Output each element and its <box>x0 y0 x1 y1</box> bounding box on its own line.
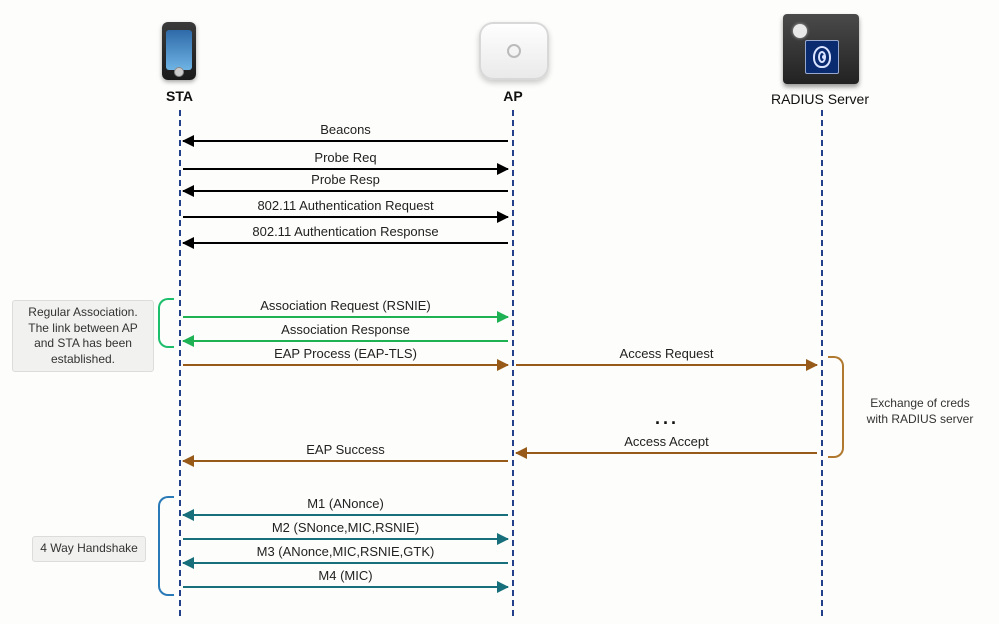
m2-arrow: M2 (SNonce,MIC,RSNIE) <box>183 538 508 540</box>
m4-arrow: M4 (MIC) <box>183 586 508 588</box>
m4-label: M4 (MIC) <box>183 568 508 583</box>
eap-process-label: EAP Process (EAP-TLS) <box>183 346 508 361</box>
eap-success-arrow: EAP Success <box>183 460 508 462</box>
radius-brace <box>828 356 844 458</box>
access-point-icon <box>479 22 549 80</box>
authresp-label: 802.11 Authentication Response <box>183 224 508 239</box>
m1-arrow: M1 (ANonce) <box>183 514 508 516</box>
authresp-arrow: 802.11 Authentication Response <box>183 242 508 244</box>
access-accept-label: Access Accept <box>516 434 817 449</box>
ap-label: AP <box>498 88 528 104</box>
assoc-note: Regular Association. The link between AP… <box>12 300 154 372</box>
assocreq-arrow: Association Request (RSNIE) <box>183 316 508 318</box>
handshake-brace <box>158 496 174 596</box>
radius-lifeline <box>821 110 823 616</box>
smartphone-icon <box>162 22 196 80</box>
probe-resp-arrow: Probe Resp <box>183 190 508 192</box>
access-accept-arrow: Access Accept <box>516 452 817 454</box>
assocreq-label: Association Request (RSNIE) <box>183 298 508 313</box>
m3-arrow: M3 (ANonce,MIC,RSNIE,GTK) <box>183 562 508 564</box>
m3-label: M3 (ANonce,MIC,RSNIE,GTK) <box>183 544 508 559</box>
authreq-arrow: 802.11 Authentication Request <box>183 216 508 218</box>
m2-label: M2 (SNonce,MIC,RSNIE) <box>183 520 508 535</box>
assocresp-label: Association Response <box>183 322 508 337</box>
probe-req-arrow: Probe Req <box>183 168 508 170</box>
ap-lifeline <box>512 110 514 616</box>
eap-success-label: EAP Success <box>183 442 508 457</box>
beacons-label: Beacons <box>183 122 508 137</box>
ellipsis: ... <box>655 408 679 429</box>
radius-label: RADIUS Server <box>760 91 880 107</box>
assocresp-arrow: Association Response <box>183 340 508 342</box>
access-request-label: Access Request <box>516 346 817 361</box>
probe-req-label: Probe Req <box>183 150 508 165</box>
assoc-brace <box>158 298 174 348</box>
authreq-label: 802.11 Authentication Request <box>183 198 508 213</box>
access-request-arrow: Access Request <box>516 364 817 366</box>
eap-process-arrow: EAP Process (EAP-TLS) <box>183 364 508 366</box>
sta-label: STA <box>152 88 207 104</box>
sta-lifeline <box>179 110 181 616</box>
m1-label: M1 (ANonce) <box>183 496 508 511</box>
probe-resp-label: Probe Resp <box>183 172 508 187</box>
handshake-note: 4 Way Handshake <box>32 536 146 562</box>
fingerprint-icon <box>805 40 839 74</box>
beacons-arrow: Beacons <box>183 140 508 142</box>
radius-note: Exchange of creds with RADIUS server <box>854 392 986 431</box>
